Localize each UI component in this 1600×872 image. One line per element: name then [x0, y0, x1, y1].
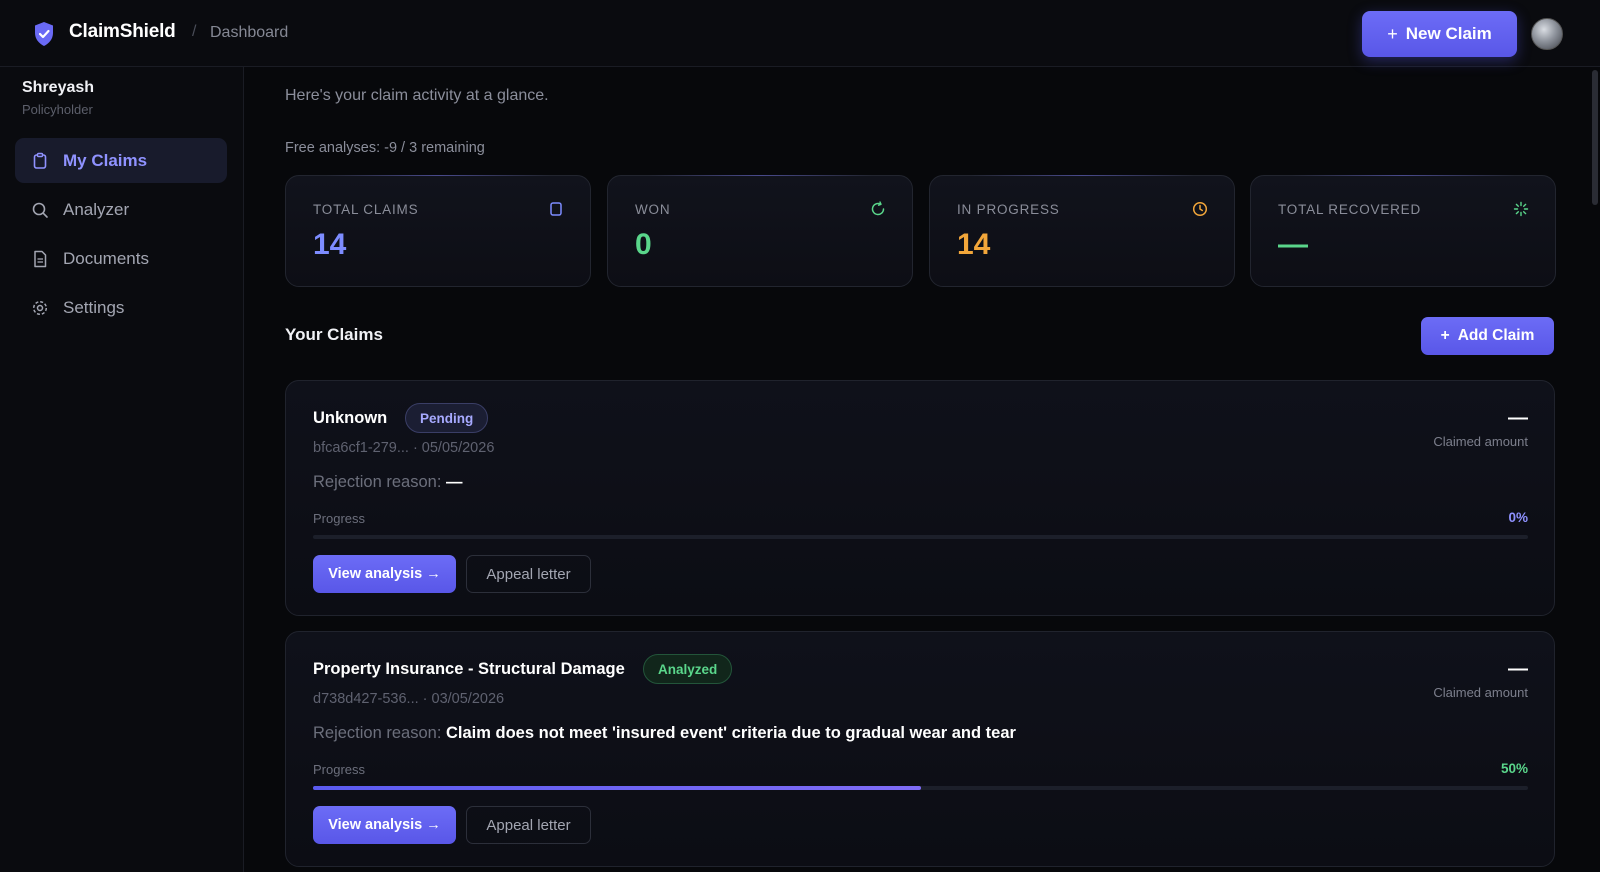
rejection-reason-value: — — [446, 473, 463, 491]
plus-icon: + — [1440, 327, 1450, 344]
main-content: Here's your claim activity at a glance. … — [244, 67, 1600, 872]
page-scrollbar[interactable] — [1592, 70, 1598, 205]
appeal-letter-button[interactable]: Appeal letter — [466, 555, 591, 593]
free-analyses-counter: Free analyses: -9 / 3 remaining — [285, 140, 485, 156]
sidebar-item-my-claims[interactable]: My Claims — [15, 138, 227, 183]
new-claim-button[interactable]: + New Claim — [1362, 11, 1517, 57]
progress-bar — [313, 786, 1528, 790]
appeal-letter-button[interactable]: Appeal letter — [466, 806, 591, 844]
progress-label: Progress — [313, 762, 366, 777]
status-badge: Pending — [405, 403, 489, 433]
add-claim-label: Add Claim — [1457, 327, 1535, 344]
stat-label: TOTAL RECOVERED — [1278, 202, 1422, 217]
progress-bar — [313, 535, 1528, 539]
claim-meta: d738d427-536... · 03/05/2026 — [313, 691, 505, 707]
claimed-amount-label: Claimed amount — [1433, 434, 1528, 449]
stat-value: 0 — [635, 228, 652, 261]
status-badge: Analyzed — [643, 654, 733, 684]
breadcrumb-current-page: Dashboard — [210, 24, 289, 41]
shield-logo-icon[interactable] — [33, 21, 55, 47]
progress-percent: 50% — [1500, 761, 1528, 776]
sidebar-item-label: Documents — [63, 248, 149, 268]
sidebar-item-settings[interactable]: Settings — [15, 285, 227, 330]
clipboard-icon — [33, 152, 47, 169]
rejection-reason: Rejection reason: Claim does not meet 'i… — [313, 724, 1016, 743]
stat-label: IN PROGRESS — [957, 202, 1060, 217]
claimed-amount: — — [1508, 658, 1528, 680]
stat-label: WON — [635, 202, 671, 217]
progress-percent: 0% — [1508, 510, 1528, 525]
sidebar-item-label: Analyzer — [63, 199, 130, 219]
plus-icon: + — [1387, 23, 1398, 44]
stat-value: — — [1278, 228, 1308, 261]
progress-bar-fill — [313, 786, 921, 790]
claim-card[interactable]: Property Insurance - Structural Damage A… — [285, 631, 1555, 867]
user-role: Policyholder — [22, 102, 93, 117]
your-claims-heading: Your Claims — [285, 325, 383, 344]
view-analysis-button[interactable]: View analysis → — [313, 555, 456, 593]
stat-card-won: WON 0 — [607, 175, 913, 287]
refresh-icon — [871, 201, 885, 216]
search-icon — [32, 202, 48, 218]
add-claim-button[interactable]: + Add Claim — [1421, 317, 1554, 355]
stat-card-total-claims: TOTAL CLAIMS 14 — [285, 175, 591, 287]
claim-title: Unknown — [313, 409, 388, 427]
sidebar-item-label: My Claims — [63, 150, 148, 170]
sparkle-icon — [1513, 201, 1529, 217]
brand-name[interactable]: ClaimShield — [69, 21, 176, 43]
clock-icon — [1192, 201, 1208, 217]
stat-label: TOTAL CLAIMS — [313, 202, 419, 217]
claimed-amount-label: Claimed amount — [1433, 685, 1528, 700]
sidebar: Shreyash Policyholder My Claims Analyzer… — [0, 67, 244, 872]
new-claim-label: New Claim — [1405, 24, 1492, 43]
claim-card[interactable]: Unknown Pending bfca6cf1-279... · 05/05/… — [285, 380, 1555, 616]
user-name: Shreyash — [22, 79, 95, 96]
stat-value: 14 — [957, 228, 991, 261]
claim-meta: bfca6cf1-279... · 05/05/2026 — [313, 440, 495, 456]
sidebar-item-documents[interactable]: Documents — [15, 236, 227, 281]
view-analysis-button[interactable]: View analysis → — [313, 806, 456, 844]
user-avatar[interactable] — [1531, 18, 1563, 50]
stat-card-in-progress: IN PROGRESS 14 — [929, 175, 1235, 287]
breadcrumb-separator: / — [192, 23, 197, 40]
dashboard-subtitle: Here's your claim activity at a glance. — [285, 87, 549, 104]
progress-label: Progress — [313, 511, 366, 526]
document-icon — [34, 250, 47, 267]
stat-card-total-recovered: TOTAL RECOVERED — — [1250, 175, 1556, 287]
top-bar: ClaimShield / Dashboard + New Claim — [0, 0, 1600, 67]
claimed-amount: — — [1508, 407, 1528, 429]
stat-value: 14 — [313, 228, 347, 261]
claim-title: Property Insurance - Structural Damage — [313, 660, 625, 678]
rejection-reason-label: Rejection reason: — [313, 724, 446, 742]
rejection-reason-value: Claim does not meet 'insured event' crit… — [446, 724, 1016, 742]
rejection-reason: Rejection reason: — — [313, 473, 463, 492]
sidebar-item-analyzer[interactable]: Analyzer — [15, 187, 227, 232]
sidebar-item-label: Settings — [63, 297, 125, 317]
clipboard-icon — [550, 202, 562, 216]
rejection-reason-label: Rejection reason: — [313, 473, 446, 491]
gear-icon — [32, 300, 48, 315]
